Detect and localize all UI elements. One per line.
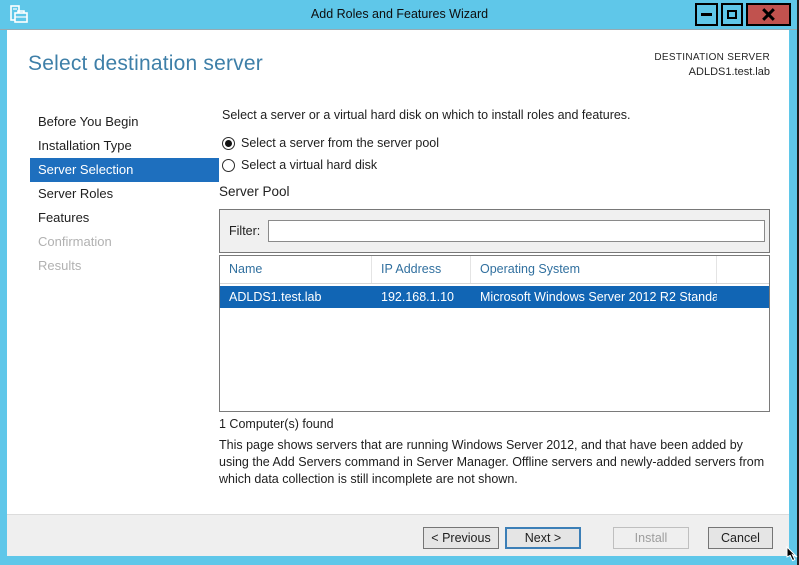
next-button[interactable]: Next > [505, 527, 581, 549]
install-button: Install [613, 527, 689, 549]
wizard-window: Add Roles and Features Wizard Select des… [0, 0, 799, 565]
table-header-row: Name IP Address Operating System [220, 256, 769, 284]
minimize-icon [701, 13, 712, 16]
radio-server-pool[interactable]: Select a server from the server pool [222, 135, 439, 151]
filter-input[interactable] [268, 220, 766, 242]
page-description: This page shows servers that are running… [219, 438, 765, 486]
page-title: Select destination server [28, 52, 263, 75]
maximize-button[interactable] [721, 3, 743, 26]
window-frame-left [0, 30, 7, 565]
cancel-button[interactable]: Cancel [708, 527, 773, 549]
nav-item-features[interactable]: Features [30, 206, 219, 230]
destination-server-label: DESTINATION SERVER [654, 52, 770, 63]
cell-ip-address: 192.168.1.10 [381, 290, 454, 304]
radio-virtual-hard-disk-circle-icon[interactable] [222, 158, 235, 172]
radio-server-pool-circle-icon[interactable] [222, 136, 235, 150]
window-frame-right [789, 30, 797, 565]
column-header-operating-system[interactable]: Operating System [471, 256, 717, 283]
close-button[interactable] [746, 3, 791, 26]
cell-server-name: ADLDS1.test.lab [229, 290, 322, 304]
nav-item-results: Results [38, 258, 82, 273]
titlebar: Add Roles and Features Wizard [0, 0, 799, 30]
cell-operating-system: Microsoft Windows Server 2012 R2 Standar… [480, 290, 717, 304]
nav-item-server-selection[interactable]: Server Selection [30, 158, 219, 182]
intro-text: Select a server or a virtual hard disk o… [222, 108, 631, 122]
server-pool-table: Name IP Address Operating System ADLDS1.… [219, 255, 770, 412]
destination-server-value: ADLDS1.test.lab [688, 66, 770, 78]
column-header-ip-address[interactable]: IP Address [372, 256, 471, 283]
radio-server-pool-label: Select a server from the server pool [241, 136, 439, 150]
close-icon [762, 8, 775, 21]
column-header-extra [717, 256, 769, 283]
filter-label: Filter: [229, 224, 261, 238]
table-row[interactable]: ADLDS1.test.lab 192.168.1.10 Microsoft W… [220, 286, 769, 308]
window-title: Add Roles and Features Wizard [310, 7, 489, 21]
computers-found-count: 1 Computer(s) found [219, 417, 334, 431]
nav-item-server-roles[interactable]: Server Roles [30, 182, 219, 206]
minimize-button[interactable] [695, 3, 718, 26]
resize-cursor-icon[interactable] [785, 545, 799, 563]
nav-item-installation-type[interactable]: Installation Type [30, 134, 219, 158]
radio-virtual-hard-disk[interactable]: Select a virtual hard disk [222, 157, 377, 173]
server-pool-title: Server Pool [219, 184, 290, 199]
nav-item-before-you-begin[interactable]: Before You Begin [30, 110, 219, 134]
column-header-name[interactable]: Name [220, 256, 372, 283]
nav-item-confirmation: Confirmation [38, 234, 112, 249]
window-frame-bottom [0, 556, 797, 565]
previous-button[interactable]: < Previous [423, 527, 499, 549]
maximize-icon [727, 10, 737, 19]
filter-panel: Filter: [219, 209, 770, 253]
radio-virtual-hard-disk-label: Select a virtual hard disk [241, 158, 378, 172]
